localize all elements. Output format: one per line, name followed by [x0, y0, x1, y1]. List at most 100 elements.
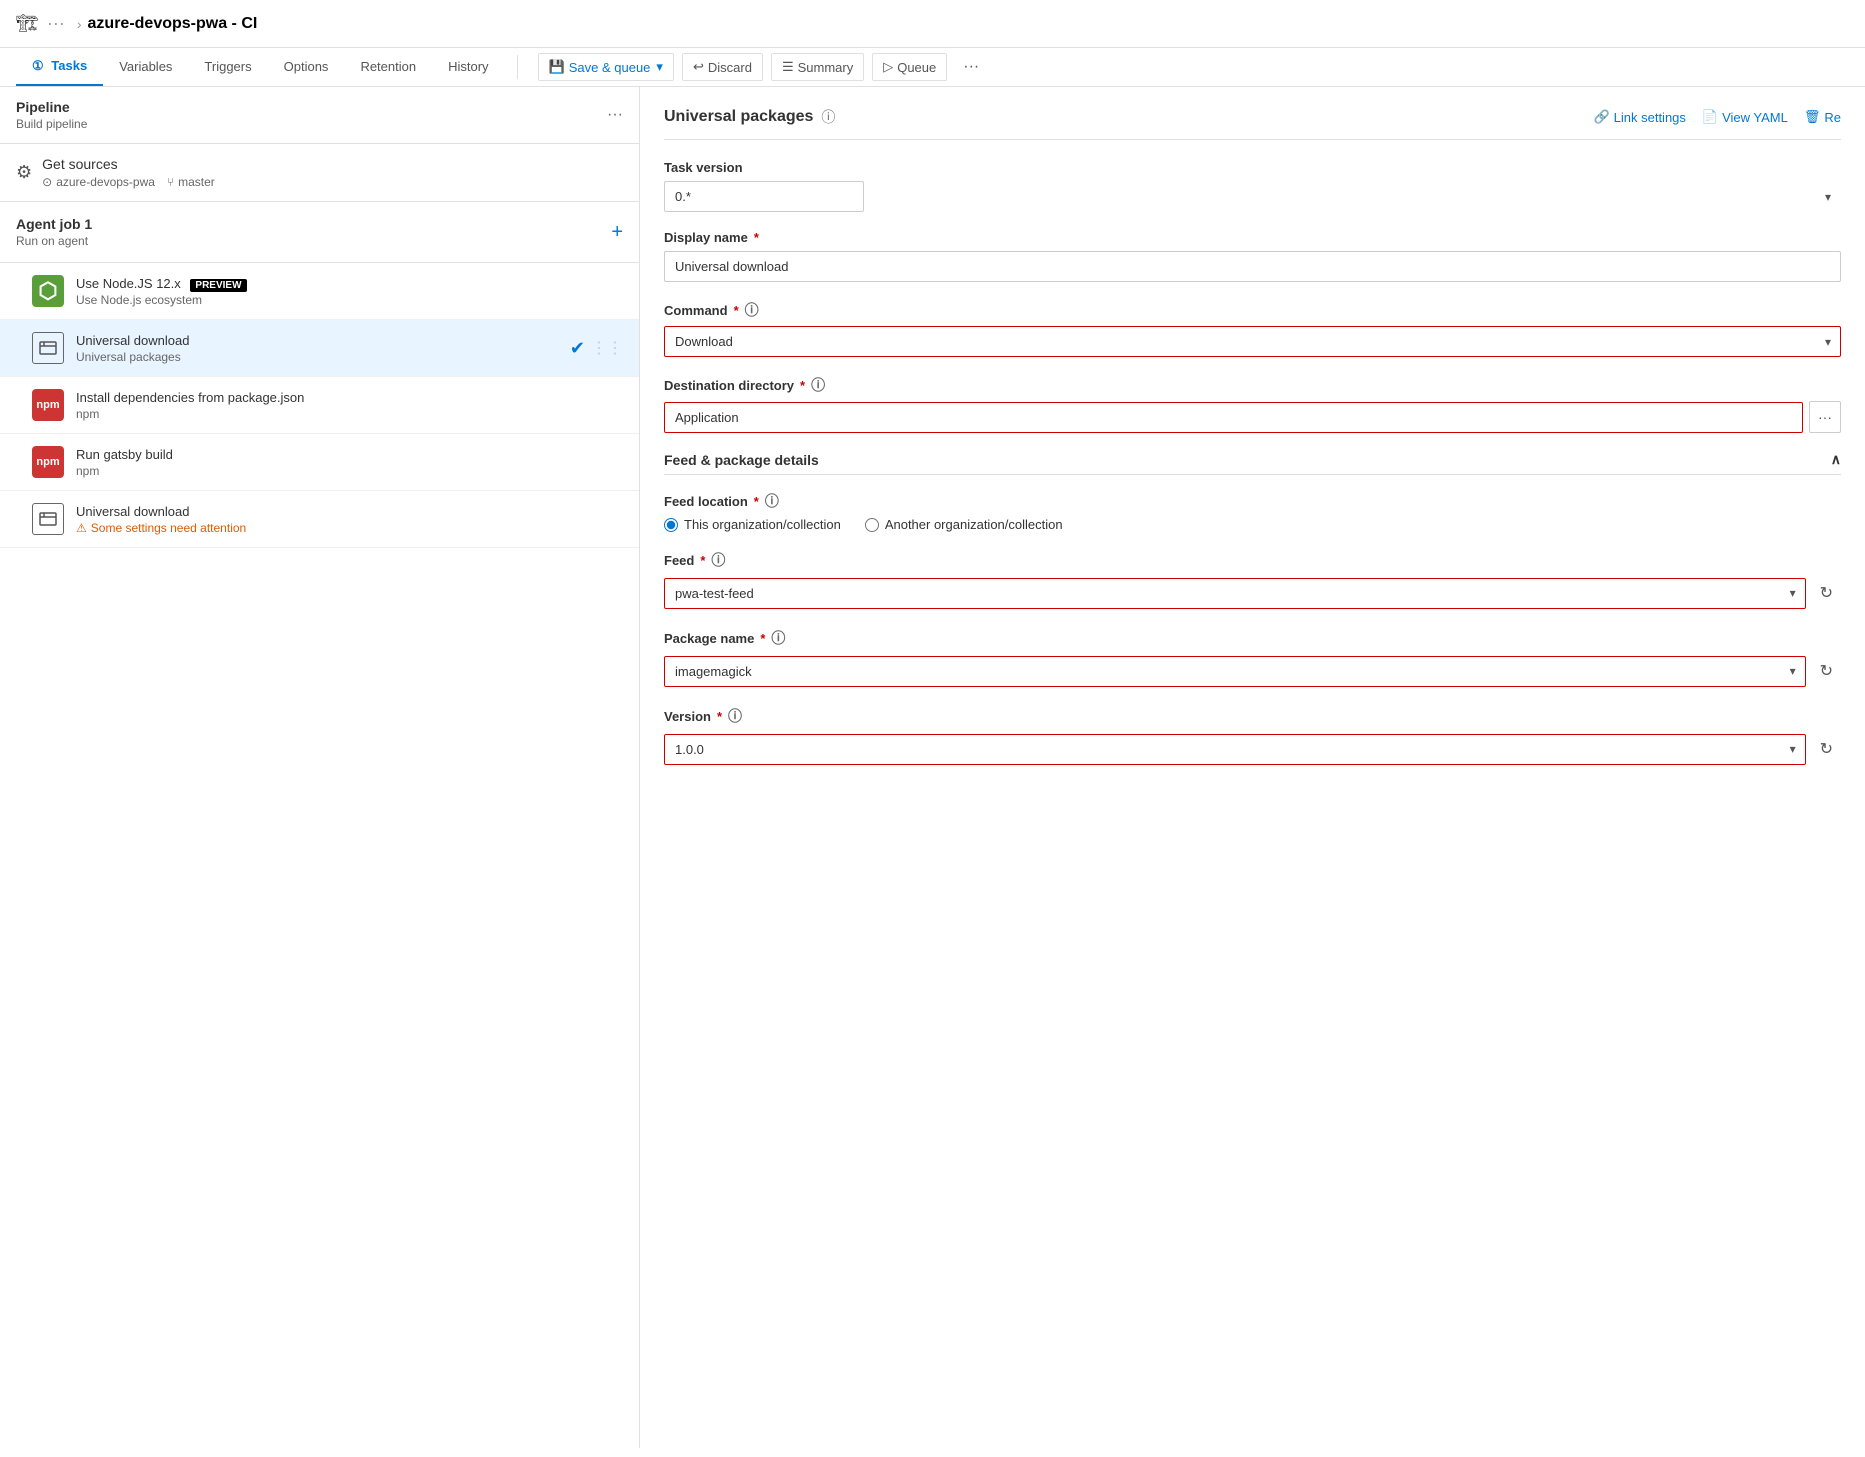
gatsby-subtitle: npm: [76, 464, 623, 478]
feed-select[interactable]: pwa-test-feed: [664, 578, 1806, 609]
warning-icon: ⚠: [76, 521, 87, 535]
tab-retention[interactable]: Retention: [344, 49, 432, 86]
task-nodejs[interactable]: ⬡ Use Node.JS 12.x PREVIEW Use Node.js e…: [0, 263, 639, 320]
pipeline-subtitle: Build pipeline: [16, 117, 87, 131]
remove-link[interactable]: 🗑 Re: [1804, 109, 1841, 125]
branch-icon: ⑂: [167, 175, 174, 189]
dest-dir-input[interactable]: [664, 402, 1803, 433]
task-universal-download-2[interactable]: Universal download ⚠ Some settings need …: [0, 491, 639, 548]
nav-more-dots[interactable]: ···: [955, 53, 987, 81]
install-deps-title: Install dependencies from package.json: [76, 390, 623, 405]
link-icon: 🔗: [1593, 109, 1609, 125]
feed-section-chevron: ∧: [1831, 451, 1841, 468]
display-name-input[interactable]: [664, 251, 1841, 282]
version-select[interactable]: 1.0.0: [664, 734, 1806, 765]
command-required: *: [734, 303, 739, 318]
panel-info-icon[interactable]: ⓘ: [821, 107, 835, 127]
pipeline-more-dots[interactable]: ···: [607, 106, 623, 124]
display-name-label: Display name *: [664, 230, 1841, 245]
panel-title: Universal packages: [664, 108, 813, 126]
agent-job-title: Agent job 1: [16, 216, 92, 232]
save-icon: 💾: [549, 59, 565, 75]
task-version-select[interactable]: 0.*: [664, 181, 864, 212]
get-sources-icon: ⚙: [16, 162, 32, 183]
package-name-select[interactable]: imagemagick: [664, 656, 1806, 687]
version-info-icon[interactable]: ⓘ: [728, 706, 742, 726]
summary-button[interactable]: ☰ Summary: [771, 53, 864, 81]
add-task-button[interactable]: +: [611, 221, 623, 244]
nodejs-icon: ⬡: [32, 275, 64, 307]
dest-dir-required: *: [800, 378, 805, 393]
dest-dir-label: Destination directory * ⓘ: [664, 375, 1841, 395]
feed-section-header[interactable]: Feed & package details ∧: [664, 451, 1841, 475]
drag-handle[interactable]: ⋮⋮: [591, 338, 623, 358]
version-select-refresh: 1.0.0 ▾ ↻: [664, 732, 1841, 766]
command-field: Command * ⓘ Download Publish ▾: [664, 300, 1841, 357]
breadcrumb: ··· › azure-devops-pwa - CI: [47, 13, 257, 34]
get-sources-title: Get sources: [42, 156, 215, 172]
version-required: *: [717, 709, 722, 724]
top-bar: 🏗 ··· › azure-devops-pwa - CI: [0, 0, 1865, 48]
task-universal-download[interactable]: Universal download Universal packages ✔ …: [0, 320, 639, 377]
agent-job-section: Agent job 1 Run on agent +: [0, 202, 639, 263]
feed-location-radio-group: This organization/collection Another org…: [664, 517, 1841, 532]
package-name-info-icon[interactable]: ⓘ: [771, 628, 785, 648]
version-refresh-button[interactable]: ↻: [1812, 732, 1841, 766]
branch-item: ⑂ master: [167, 175, 215, 189]
feed-location-label: Feed location * ⓘ: [664, 491, 1841, 511]
link-settings-link[interactable]: 🔗 Link settings: [1593, 109, 1685, 125]
feed-label: Feed * ⓘ: [664, 550, 1841, 570]
feed-location-info-icon[interactable]: ⓘ: [765, 491, 779, 511]
panel-actions: 🔗 Link settings 📄 View YAML 🗑 Re: [1593, 109, 1841, 125]
panel-title-row: Universal packages ⓘ: [664, 107, 835, 127]
universal-download-2-title: Universal download: [76, 504, 623, 519]
feed-location-required: *: [754, 494, 759, 509]
task-version-field: Task version 0.* ▾: [664, 160, 1841, 212]
package-name-refresh-button[interactable]: ↻: [1812, 654, 1841, 688]
feed-location-this-org-radio[interactable]: [664, 518, 678, 532]
queue-button[interactable]: ▷ Queue: [872, 53, 947, 81]
task-install-deps[interactable]: npm Install dependencies from package.js…: [0, 377, 639, 434]
save-queue-dropdown-icon: ▾: [656, 59, 663, 75]
queue-icon: ▷: [883, 59, 893, 75]
tab-variables[interactable]: Variables: [103, 49, 188, 86]
page-title: azure-devops-pwa - CI: [88, 15, 258, 33]
summary-icon: ☰: [782, 59, 794, 75]
get-sources-item[interactable]: ⚙ Get sources ⊙ azure-devops-pwa ⑂ maste…: [0, 144, 639, 202]
tab-history[interactable]: History: [432, 49, 504, 86]
feed-select-wrapper: pwa-test-feed ▾: [664, 578, 1806, 609]
package-name-field: Package name * ⓘ imagemagick ▾ ↻: [664, 628, 1841, 688]
nodejs-title: Use Node.JS 12.x PREVIEW: [76, 276, 623, 291]
branch-name: master: [178, 175, 215, 189]
left-panel: Pipeline Build pipeline ··· ⚙ Get source…: [0, 87, 640, 1448]
command-info-icon[interactable]: ⓘ: [745, 300, 759, 320]
repo-icon: ⊙: [42, 175, 52, 189]
command-select[interactable]: Download Publish: [664, 326, 1841, 357]
dest-dir-info-icon[interactable]: ⓘ: [811, 375, 825, 395]
feed-refresh-button[interactable]: ↻: [1812, 576, 1841, 610]
display-name-required: *: [754, 230, 759, 245]
pipeline-info: Pipeline Build pipeline: [16, 99, 87, 131]
nav-tabs-bar: ① Tasks Variables Triggers Options Reten…: [0, 48, 1865, 87]
tab-triggers[interactable]: Triggers: [188, 49, 267, 86]
save-queue-button[interactable]: 💾 Save & queue ▾: [538, 53, 674, 81]
feed-location-another-org[interactable]: Another organization/collection: [865, 517, 1063, 532]
feed-info-icon[interactable]: ⓘ: [711, 550, 725, 570]
dest-dir-browse-button[interactable]: ···: [1809, 401, 1841, 433]
install-deps-subtitle: npm: [76, 407, 623, 421]
feed-select-refresh: pwa-test-feed ▾ ↻: [664, 576, 1841, 610]
task-gatsby-build[interactable]: npm Run gatsby build npm: [0, 434, 639, 491]
version-select-wrapper: 1.0.0 ▾: [664, 734, 1806, 765]
main-layout: Pipeline Build pipeline ··· ⚙ Get source…: [0, 87, 1865, 1448]
breadcrumb-dots[interactable]: ···: [47, 13, 65, 34]
discard-button[interactable]: ↩ Discard: [682, 53, 763, 81]
task-version-select-wrapper: 0.* ▾: [664, 181, 1841, 212]
nodejs-subtitle: Use Node.js ecosystem: [76, 293, 623, 307]
view-yaml-link[interactable]: 📄 View YAML: [1702, 109, 1788, 125]
feed-location-this-org[interactable]: This organization/collection: [664, 517, 841, 532]
discard-icon: ↩: [693, 59, 704, 75]
feed-location-another-org-radio[interactable]: [865, 518, 879, 532]
tab-options[interactable]: Options: [268, 49, 345, 86]
package-name-label: Package name * ⓘ: [664, 628, 1841, 648]
tab-tasks[interactable]: ① Tasks: [16, 48, 103, 86]
